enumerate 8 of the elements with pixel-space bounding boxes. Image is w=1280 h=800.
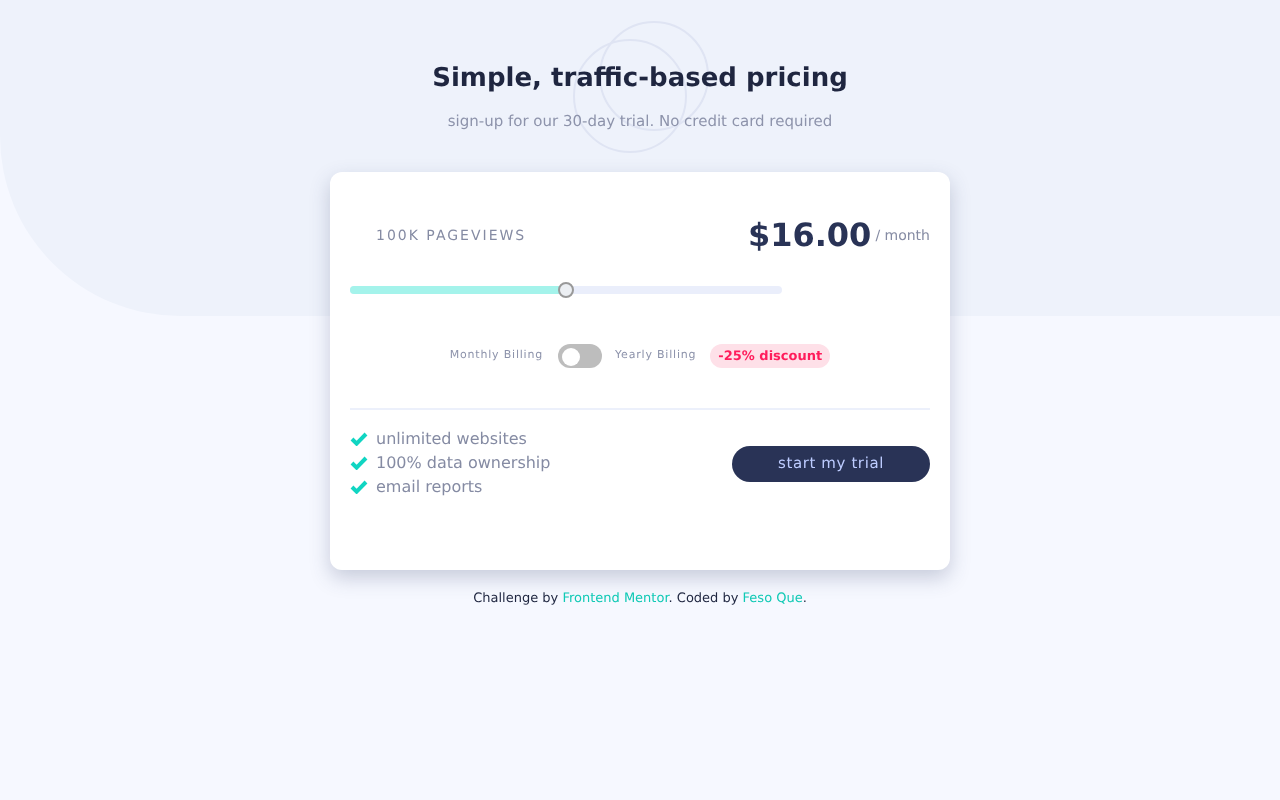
page-title: Simple, traffic-based pricing xyxy=(432,64,848,94)
feature-text: 100% data ownership xyxy=(376,454,551,472)
slider-thumb[interactable] xyxy=(558,281,574,297)
feature-text: unlimited websites xyxy=(376,430,527,448)
pageviews-slider[interactable] xyxy=(350,286,782,294)
feature-text: email reports xyxy=(376,478,483,496)
billing-toggle[interactable] xyxy=(557,344,602,368)
price: $16.00 xyxy=(747,216,872,254)
